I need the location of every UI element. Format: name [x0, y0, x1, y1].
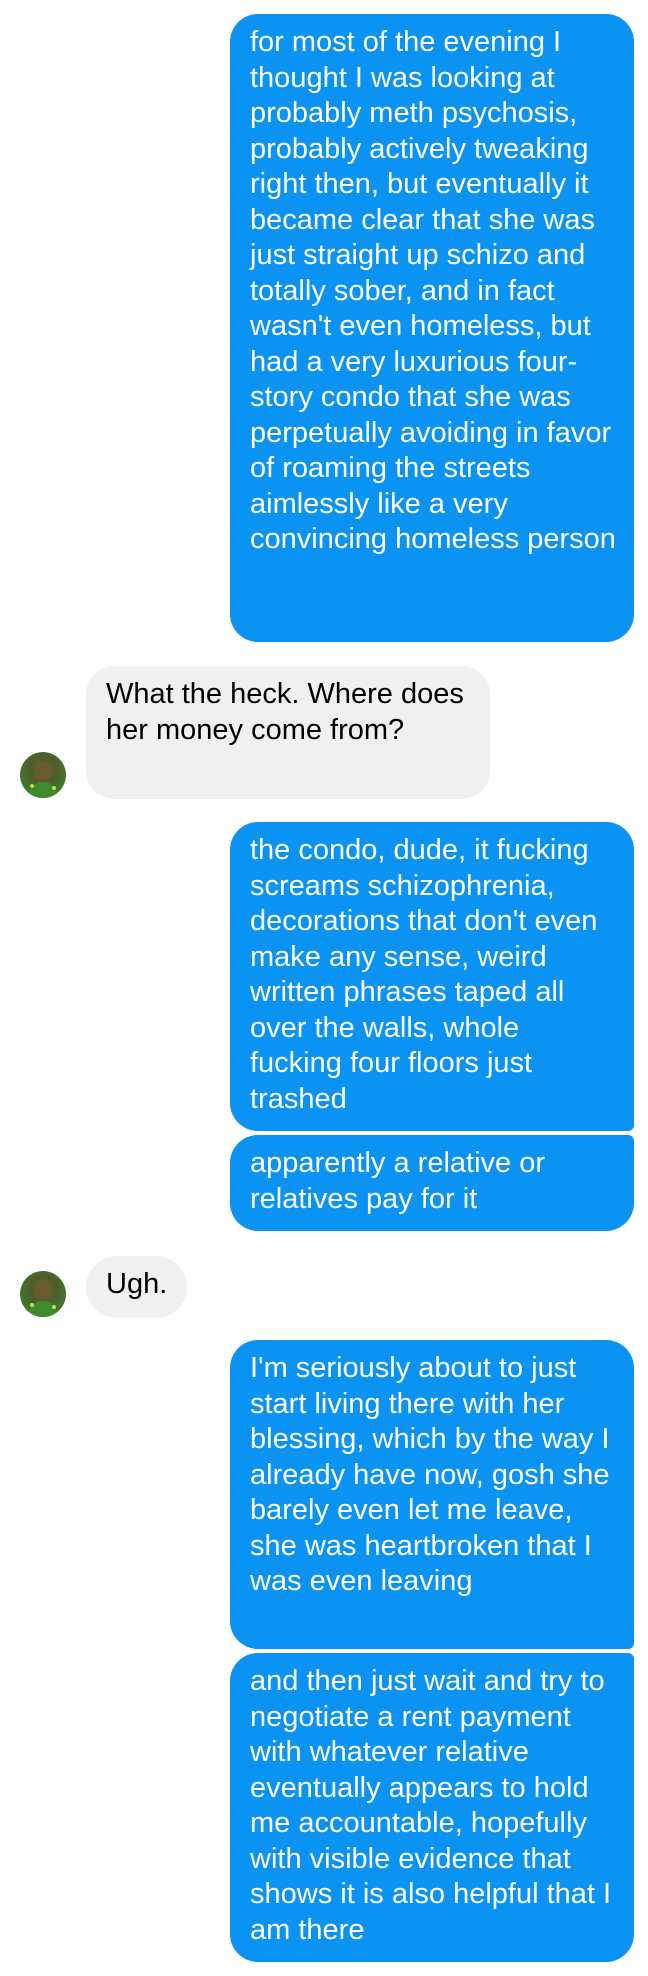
contact-avatar-icon[interactable] [20, 752, 66, 798]
contact-avatar-icon[interactable] [20, 1271, 66, 1317]
outgoing-message-bubble[interactable]: I'm seriously about to just start living… [230, 1340, 634, 1649]
incoming-message-bubble[interactable]: What the heck. Where does her money come… [86, 666, 490, 799]
outgoing-message-bubble[interactable]: for most of the evening I thought I was … [230, 14, 634, 642]
incoming-message-bubble[interactable]: Ugh. [86, 1256, 187, 1318]
outgoing-message-bubble[interactable]: and then just wait and try to negotiate … [230, 1653, 634, 1962]
message-thread: for most of the evening I thought I was … [0, 0, 648, 1976]
outgoing-message-bubble[interactable]: the condo, dude, it fucking screams schi… [230, 822, 634, 1131]
outgoing-message-bubble[interactable]: apparently a relative or relatives pay f… [230, 1135, 634, 1231]
